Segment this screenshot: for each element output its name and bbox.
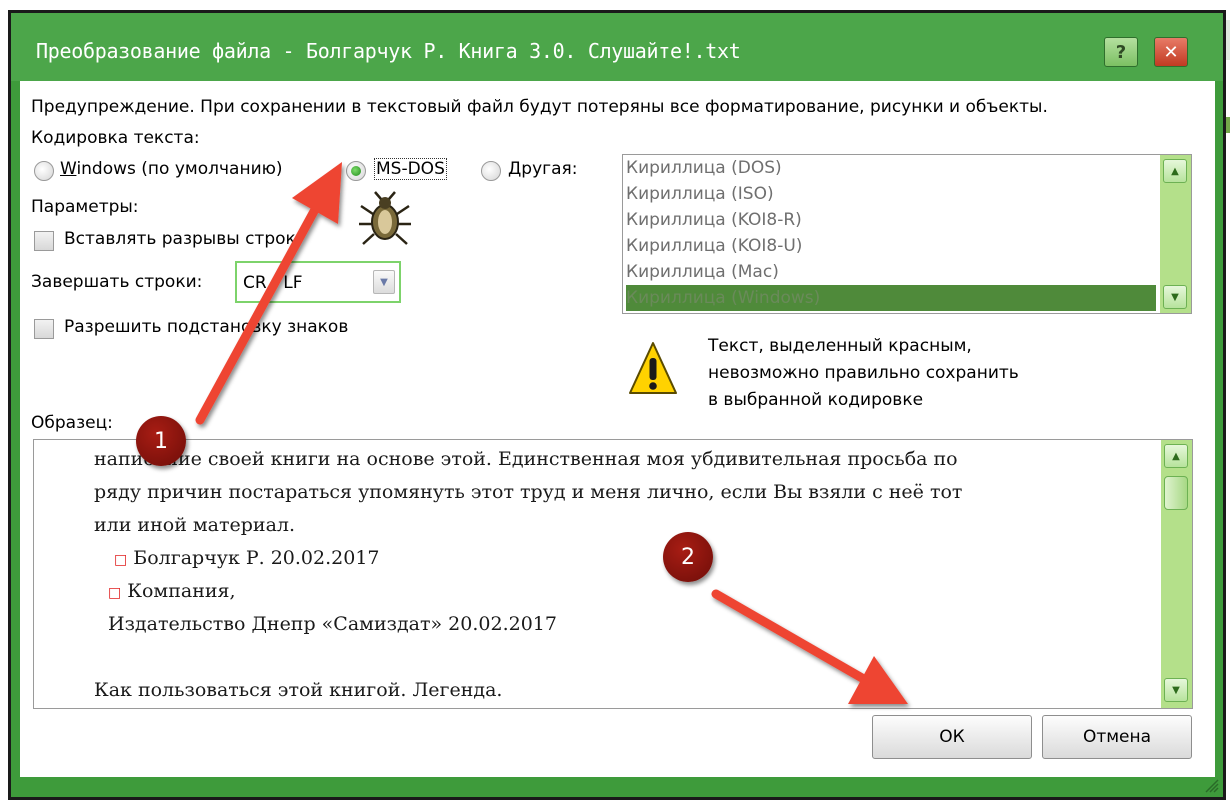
file-conversion-dialog: Преобразование файла - Болгарчук Р. Книг… <box>8 10 1226 800</box>
bug-icon <box>359 191 411 245</box>
radio-ms-dos[interactable] <box>346 161 366 181</box>
chevron-down-icon[interactable]: ▼ <box>373 270 395 294</box>
radio-windows-label[interactable]: Windows (по умолчанию) <box>60 159 283 179</box>
sample-line: Как пользоваться этой книгой. Легенда. <box>94 679 503 701</box>
scroll-down-icon[interactable]: ▼ <box>1164 678 1188 702</box>
scroll-up-icon[interactable]: ▲ <box>1163 159 1187 183</box>
allow-substitution-checkbox[interactable] <box>34 319 54 339</box>
help-icon: ? <box>1115 41 1127 63</box>
scroll-down-icon[interactable]: ▼ <box>1163 285 1187 309</box>
encoding-list-scrollbar[interactable]: ▲ ▼ <box>1160 155 1191 313</box>
encoding-notice-line: в выбранной кодировке <box>708 390 924 410</box>
sample-line: □ Болгарчук Р. 20.02.2017 <box>114 547 380 569</box>
encoding-label: Кодировка текста: <box>31 128 200 148</box>
allow-substitution-label[interactable]: Разрешить подстановку знаков <box>64 317 348 337</box>
title-bar[interactable]: Преобразование файла - Болгарчук Р. Книг… <box>11 13 1223 81</box>
radio-other-label[interactable]: Другая: <box>508 159 577 179</box>
sample-preview[interactable]: написание своей книги на основе этой. Ед… <box>33 439 1193 709</box>
scroll-up-icon[interactable]: ▲ <box>1164 444 1188 468</box>
annotation-badge-2: 2 <box>663 532 713 582</box>
dialog-body: Предупреждение. При сохранении в текстов… <box>20 81 1215 777</box>
list-item[interactable]: Кириллица (ISO) <box>626 181 1156 207</box>
ok-button[interactable]: ОК <box>872 715 1032 759</box>
line-ending-select[interactable]: CR / LF ▼ <box>235 261 401 303</box>
cancel-button[interactable]: Отмена <box>1042 715 1192 759</box>
insert-line-breaks-label[interactable]: Вставлять разрывы строк <box>64 229 296 249</box>
encoding-notice: Текст, выделенный красным, невозможно пр… <box>708 333 1019 414</box>
annotation-badge-1: 1 <box>136 416 186 466</box>
encoding-notice-line: невозможно правильно сохранить <box>708 363 1019 383</box>
sample-line: написание своей книги на основе этой. Ед… <box>94 448 958 470</box>
sample-line: □ Компания, <box>108 580 236 602</box>
close-button[interactable]: ✕ <box>1154 37 1188 67</box>
sample-scrollbar[interactable]: ▲ ▼ <box>1161 440 1192 708</box>
sample-label: Образец: <box>31 413 113 433</box>
line-ending-value: CR / LF <box>243 273 303 293</box>
sample-line: Издательство Днепр «Самиздат» 20.02.2017 <box>108 613 557 635</box>
scroll-thumb[interactable] <box>1164 476 1188 510</box>
line-ending-label: Завершать строки: <box>31 272 203 292</box>
save-warning-text: Предупреждение. При сохранении в текстов… <box>31 97 1048 117</box>
radio-other[interactable] <box>481 161 501 181</box>
close-icon: ✕ <box>1163 41 1179 63</box>
window-title: Преобразование файла - Болгарчук Р. Книг… <box>36 39 741 63</box>
sample-line: или иной материал. <box>94 514 296 536</box>
resize-grip-icon[interactable] <box>1205 779 1219 793</box>
insert-line-breaks-checkbox[interactable] <box>34 231 54 251</box>
unsupported-char-icon: □ <box>108 585 122 601</box>
list-item[interactable]: Кириллица (KOI8-R) <box>626 207 1156 233</box>
list-item[interactable]: Кириллица (KOI8-U) <box>626 233 1156 259</box>
encoding-list[interactable]: Кириллица (DOS) Кириллица (ISO) Кириллиц… <box>622 154 1192 314</box>
radio-ms-dos-label[interactable]: MS-DOS <box>374 158 447 180</box>
list-item[interactable]: Кириллица (Mac) <box>626 259 1156 285</box>
help-button[interactable]: ? <box>1104 37 1138 67</box>
encoding-notice-line: Текст, выделенный красным, <box>708 336 972 356</box>
warning-icon <box>629 342 677 394</box>
sample-line: ряду причин постараться упомянуть этот т… <box>94 481 963 503</box>
unsupported-char-icon: □ <box>114 552 128 568</box>
list-item-selected[interactable]: Кириллица (Windows) <box>626 285 1156 311</box>
list-item[interactable]: Кириллица (DOS) <box>626 155 1156 181</box>
radio-windows[interactable] <box>34 161 54 181</box>
parameters-label: Параметры: <box>31 197 139 217</box>
